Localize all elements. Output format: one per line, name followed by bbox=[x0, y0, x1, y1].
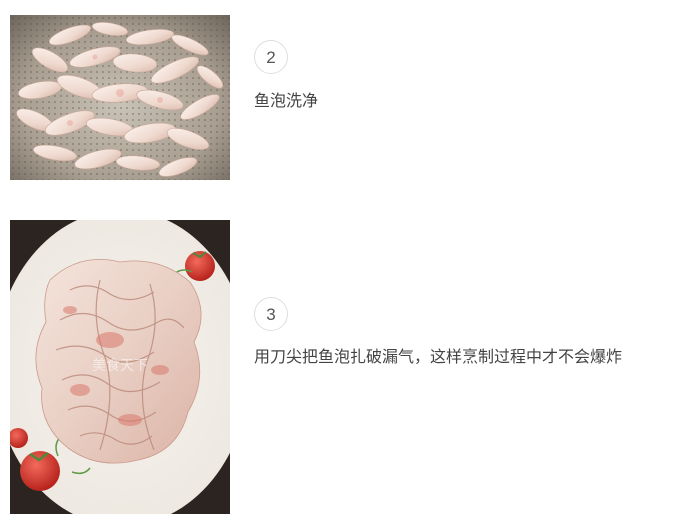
step-number-badge: 2 bbox=[254, 40, 288, 74]
step-2-text: 2 鱼泡洗净 bbox=[254, 40, 654, 115]
watermark-text: 美食天下 bbox=[92, 357, 148, 374]
step-3-text: 3 用刀尖把鱼泡扎破漏气，这样烹制过程中才不会爆炸 bbox=[254, 297, 654, 371]
recipe-step-2: 2 鱼泡洗净 bbox=[10, 15, 670, 180]
step-3-photo[interactable]: 美食天下 bbox=[10, 220, 230, 514]
step-2-photo[interactable] bbox=[10, 15, 230, 180]
step-description: 用刀尖把鱼泡扎破漏气，这样烹制过程中才不会爆炸 bbox=[254, 347, 623, 366]
recipe-step-3: 美食天下 3 用刀尖把鱼泡扎破漏气，这样烹制过程中才不会爆炸 bbox=[10, 220, 670, 514]
step-description: 鱼泡洗净 bbox=[254, 91, 319, 110]
step-number-badge: 3 bbox=[254, 297, 288, 331]
